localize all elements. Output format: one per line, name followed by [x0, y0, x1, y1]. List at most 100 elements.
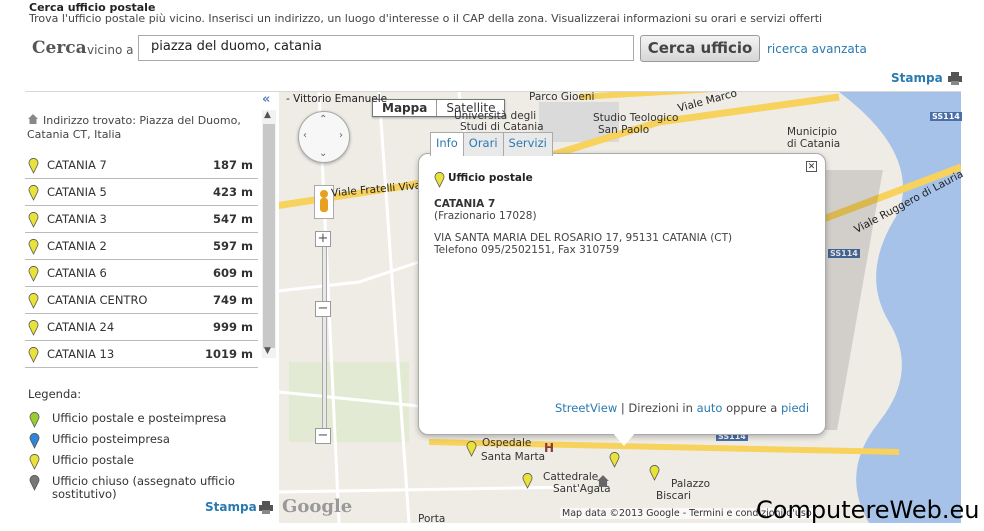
legend-title: Legenda:	[28, 387, 82, 401]
legend: Ufficio postale e posteimpresa Ufficio po…	[27, 410, 267, 507]
post-office-marker[interactable]	[466, 440, 477, 461]
post-office-pin-icon	[28, 211, 39, 231]
info-window-tail	[612, 432, 636, 446]
found-address-text: Indirizzo trovato: Piazza del Duomo, Cat…	[27, 114, 241, 141]
search-button[interactable]: Cerca ufficio	[640, 35, 760, 62]
pan-left-icon[interactable]: ‹	[303, 130, 307, 141]
legend-pin-icon	[29, 453, 40, 473]
legend-label: Ufficio postale	[52, 453, 134, 467]
home-icon	[27, 113, 39, 125]
scrollbar-thumb[interactable]	[263, 124, 275, 348]
office-name[interactable]: CATANIA 3	[47, 212, 107, 226]
map-label-poi: San Paolo	[598, 124, 650, 136]
map-label-poi: Studio Teologico	[593, 112, 679, 124]
info-window	[418, 153, 826, 435]
legend-label: Ufficio postale e posteimpresa	[52, 411, 227, 425]
office-distance: 187 m	[213, 158, 253, 172]
close-icon[interactable]: ✕	[806, 161, 817, 172]
post-office-pin-icon	[28, 184, 39, 204]
road-sign: SS114	[930, 112, 962, 121]
scroll-down-icon[interactable]: ▼	[264, 346, 271, 356]
office-name[interactable]: CATANIA 24	[47, 320, 114, 334]
pan-right-icon[interactable]: ›	[339, 130, 343, 141]
legend-pin-icon	[29, 432, 40, 452]
list-item[interactable]: CATANIA 5 423 m	[25, 179, 258, 206]
map-label-poi: Porta	[418, 513, 446, 525]
legend-label: Ufficio posteimpresa	[52, 432, 170, 446]
pan-control[interactable]: ⌃ ⌄ ‹ ›	[298, 111, 350, 163]
home-marker-icon	[596, 473, 610, 492]
info-window-links: StreetView | Direzioni in auto oppure a …	[555, 401, 809, 415]
post-office-marker[interactable]	[649, 464, 660, 485]
post-office-pin-icon	[28, 319, 39, 339]
map-label-poi: Municipio	[787, 126, 837, 138]
printer-icon[interactable]	[948, 72, 962, 85]
zoom-in-button[interactable]: +	[315, 231, 331, 247]
list-item[interactable]: CATANIA 13 1019 m	[25, 341, 258, 368]
directions-or-label: oppure a	[726, 401, 778, 415]
map-label-poi: Cattedrale	[543, 471, 599, 483]
legend-item: Ufficio posteimpresa	[27, 431, 267, 452]
page-subtitle: Trova l'ufficio postale più vicino. Inse…	[29, 12, 823, 25]
office-distance: 999 m	[213, 320, 253, 334]
map-label-poi: Parco Gioeni	[529, 91, 595, 103]
results-scrollbar[interactable]: ▲ ▼	[262, 110, 276, 358]
scroll-up-icon[interactable]: ▲	[264, 110, 271, 120]
post-office-pin-icon	[28, 157, 39, 177]
directions-walk-link[interactable]: piedi	[781, 401, 809, 415]
list-item[interactable]: CATANIA 6 609 m	[25, 260, 258, 287]
tab-orari[interactable]: Orari	[462, 132, 504, 156]
results-list: CATANIA 7 187 m CATANIA 5 423 m CATANIA 3 547…	[25, 152, 258, 368]
post-office-pin-icon	[28, 238, 39, 258]
found-address: Indirizzo trovato: Piazza del Duomo, Cat…	[27, 113, 262, 142]
tab-servizi[interactable]: Servizi	[502, 132, 553, 156]
printer-icon[interactable]	[259, 501, 273, 514]
office-name[interactable]: CATANIA CENTRO	[47, 293, 148, 307]
list-item[interactable]: CATANIA 24 999 m	[25, 314, 258, 341]
map-label-poi: Santa Marta	[481, 451, 546, 463]
zoom-out-button[interactable]: −	[315, 428, 331, 444]
office-name[interactable]: CATANIA 2	[47, 239, 107, 253]
map-label-poi: Ospedale	[482, 437, 532, 449]
office-name: CATANIA 7	[434, 198, 496, 210]
office-name[interactable]: CATANIA 7	[47, 158, 107, 172]
legend-label: Ufficio chiuso (assegnato ufficio sostit…	[52, 474, 235, 501]
post-office-marker[interactable]	[609, 451, 620, 472]
pan-down-icon[interactable]: ⌄	[319, 148, 327, 159]
streetview-link[interactable]: StreetView	[555, 401, 617, 415]
office-phone: Telefono 095/2502151, Fax 310759	[434, 244, 620, 256]
near-label: vicino a	[87, 43, 134, 57]
map-label-poi: Palazzo	[671, 478, 711, 490]
search-label: Cerca	[32, 38, 87, 58]
office-distance: 423 m	[213, 185, 253, 199]
link-separator: |	[620, 401, 625, 415]
zoom-slider[interactable]	[322, 246, 327, 433]
map-label-poi: di Catania	[787, 138, 841, 150]
search-input[interactable]: piazza del duomo, catania	[138, 35, 634, 61]
office-distance: 1019 m	[205, 347, 253, 361]
office-distance: 547 m	[213, 212, 253, 226]
hotel-icon: H	[544, 441, 555, 455]
office-distance: 597 m	[213, 239, 253, 253]
legend-pin-icon	[29, 474, 40, 494]
post-office-pin-icon	[28, 346, 39, 366]
list-item[interactable]: CATANIA 7 187 m	[25, 152, 258, 179]
office-name[interactable]: CATANIA 13	[47, 347, 114, 361]
office-name[interactable]: CATANIA 6	[47, 266, 107, 280]
collapse-panel-icon[interactable]: «	[262, 92, 270, 107]
tab-info[interactable]: Info	[430, 132, 464, 156]
pan-up-icon[interactable]: ⌃	[319, 114, 327, 125]
directions-car-link[interactable]: auto	[697, 401, 723, 415]
map-label-poi: Biscari	[656, 490, 692, 502]
post-office-marker[interactable]	[522, 472, 533, 493]
list-item[interactable]: CATANIA CENTRO 749 m	[25, 287, 258, 314]
zoom-handle[interactable]: −	[315, 301, 331, 317]
advanced-search-link[interactable]: ricerca avanzata	[767, 42, 867, 56]
post-office-pin-icon	[28, 292, 39, 312]
list-item[interactable]: CATANIA 3 547 m	[25, 206, 258, 233]
print-link-bottom[interactable]: Stampa	[205, 500, 257, 514]
directions-label: Direzioni in	[628, 401, 693, 415]
list-item[interactable]: CATANIA 2 597 m	[25, 233, 258, 260]
office-name[interactable]: CATANIA 5	[47, 185, 107, 199]
print-link-top[interactable]: Stampa	[891, 71, 943, 85]
